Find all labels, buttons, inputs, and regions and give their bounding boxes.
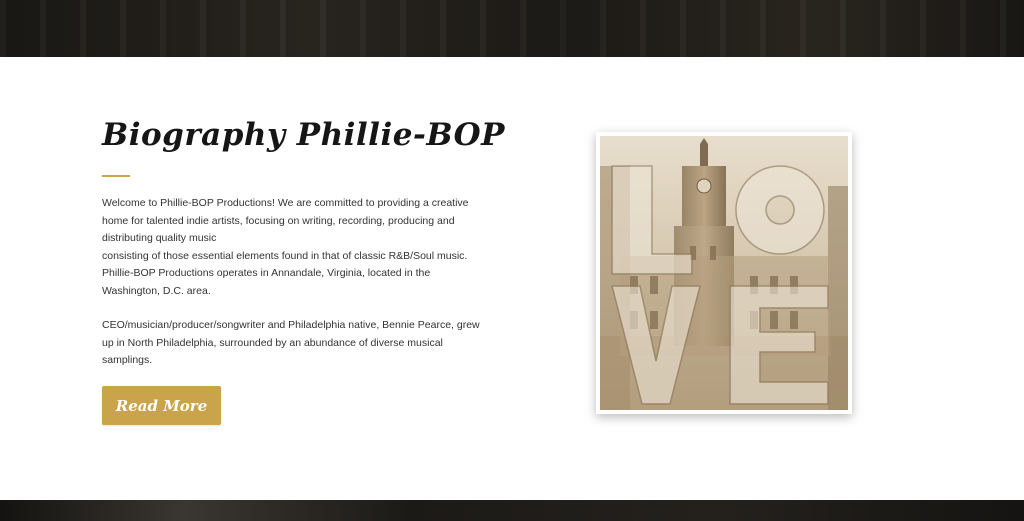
text-line: Washington, D.C. area.	[102, 284, 211, 297]
text-line: up in North Philadelphia, surrounded by …	[102, 336, 443, 349]
read-more-button[interactable]: Read More	[102, 386, 221, 425]
text-line: home for talented indie artists, focusin…	[102, 214, 455, 227]
text-line: Welcome to Phillie-BOP Productions! We a…	[102, 197, 469, 209]
paragraph-2: CEO/musician/producer/songwriter and Phi…	[102, 317, 502, 370]
biography-section: Biography Phillie-BOP Welcome to Phillie…	[0, 57, 1024, 500]
text-line: CEO/musician/producer/songwriter and Phi…	[102, 319, 480, 331]
text-line: distributing quality music	[102, 232, 217, 244]
text-line: Phillie-BOP Productions operates in Anna…	[102, 267, 431, 279]
biography-text: Welcome to Phillie-BOP Productions! We a…	[102, 195, 502, 370]
section-title: Biography Phillie-BOP	[102, 117, 505, 153]
text-line: consisting of those essential elements f…	[102, 249, 468, 262]
footer-background-band	[0, 500, 1024, 521]
paragraph-1: Welcome to Phillie-BOP Productions! We a…	[102, 195, 502, 300]
header-background-band	[0, 0, 1024, 57]
title-divider	[102, 175, 130, 177]
love-sculpture-photo-icon	[600, 136, 848, 410]
photo-frame	[596, 132, 852, 414]
text-line: samplings.	[102, 354, 153, 366]
